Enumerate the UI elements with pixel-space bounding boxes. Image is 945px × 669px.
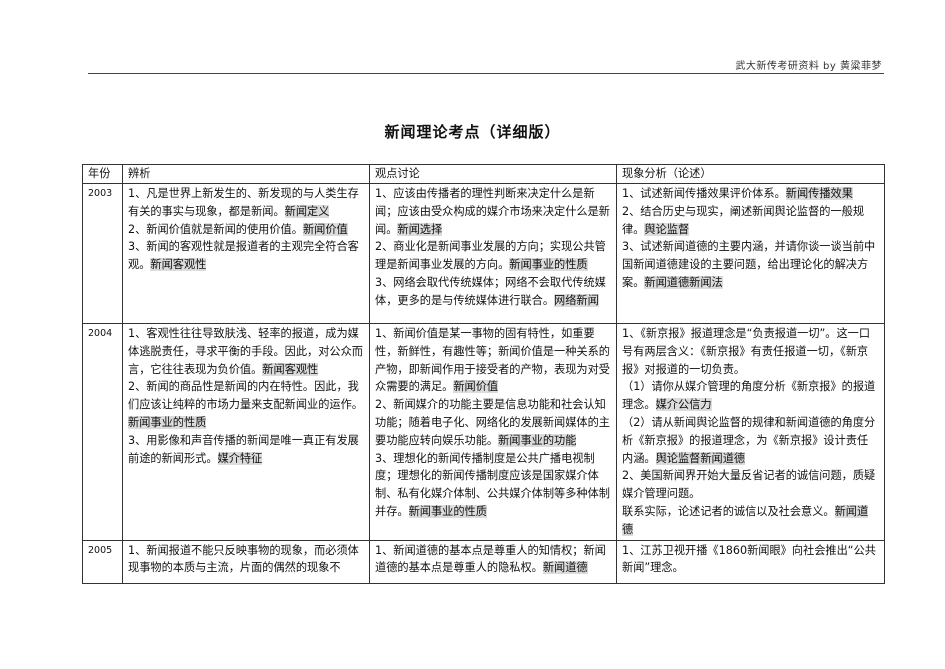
question-item: 2、新闻媒介的功能主要是信息功能和社会认知功能；随着电子化、网络化的发展新闻媒体… [375,396,611,449]
question-item: 3、理想化的新闻传播制度是公共广播电视制度；理想化的新闻传播制度应该是国家媒介体… [375,450,611,521]
question-item: 2、新闻价值就是新闻的使用价值。新闻价值 [128,221,364,239]
question-item: 1、《新京报》报道理念是“负责报道一切”。这一口号有两层含义：《新京报》有责任报… [622,325,879,378]
topic-tag: 新闻事业的性质 [128,415,207,429]
question-item: 3、新闻的客观性就是报道者的主观完全符合客观。新闻客观性 [128,238,364,274]
question-text: 2、新闻的商品性是新闻的内在特性。因此，我们应该让纯粹的市场力量来支配新闻业的运… [128,380,363,412]
topic-tag: 新闻事业的功能 [498,433,577,447]
topic-tag: 新闻选择 [397,222,443,236]
topic-tag: 舆论监督 [644,222,690,236]
question-item: 2、美国新闻界开始大量反省记者的诚信问题，质疑媒介管理问题。 [622,467,879,503]
table-header-row: 年份 辨析 观点讨论 现象分析（论述） [82,164,885,184]
exam-topics-table: 年份 辨析 观点讨论 现象分析（论述） 2003 1、凡是世界上新发生的、新发现的… [82,164,885,584]
question-item: （2）请从新闻舆论监督的规律和新闻道德的角度分析《新京报》的报道理念，为《新京报… [622,414,879,467]
phenomenon-cell: 1、江苏卫视开播《1860新闻眼》向社会推出“公共新闻”理念。 [616,539,885,584]
analysis-cell: 1、新闻报道不能只反映事物的现象，而必须体现事物的本质与主流，片面的偶然的现象不 [122,539,370,584]
question-item: 1、应该由传播者的理性判断来决定什么是新闻；应该由受众构成的媒介市场来决定什么是… [375,185,611,238]
year-cell: 2004 [82,323,123,541]
question-item: 2、商业化是新闻事业发展的方向；实现公共管理是新闻事业发展的方向。新闻事业的性质 [375,238,611,274]
table-row: 2005 1、新闻报道不能只反映事物的现象，而必须体现事物的本质与主流，片面的偶然… [82,539,885,584]
topic-tag: 媒介公信力 [655,398,712,412]
column-header-analysis: 辨析 [122,164,370,184]
column-header-phenomenon: 现象分析（论述） [616,164,885,184]
phenomenon-cell: 1、《新京报》报道理念是“负责报道一切”。这一口号有两层含义：《新京报》有责任报… [616,323,885,541]
header-source-text: 武大新传考研资料 by 黄粱菲梦 [735,61,882,72]
question-text: 2、美国新闻界开始大量反省记者的诚信问题，质疑媒介管理问题。 [622,469,876,501]
question-text: 1、江苏卫视开播《1860新闻眼》向社会推出“公共新闻”理念。 [622,543,876,575]
topic-tag: 媒介特征 [217,451,263,465]
question-item: 3、试述新闻道德的主要内涵，并请你谈一谈当前中国新闻道德建设的主要问题，给出理论… [622,238,879,291]
topic-tag: 新闻事业的性质 [509,258,588,272]
topic-tag: 新闻客观性 [150,258,207,272]
topic-tag: 新闻价值 [453,380,499,394]
question-text: 1、试述新闻传播效果评价体系。 [622,187,786,200]
topic-tag: 新闻道德 [542,561,588,575]
analysis-cell: 1、客观性往往导致肤浅、轻率的报道，成为媒体逃脱责任，寻求平衡的手段。因此，对公… [122,323,370,541]
discussion-cell: 1、应该由传播者的理性判断来决定什么是新闻；应该由受众构成的媒介市场来决定什么是… [369,183,617,324]
question-text: 联系实际，论述记者的诚信以及社会意义。 [622,504,835,518]
question-item: 2、新闻的商品性是新闻的内在特性。因此，我们应该让纯粹的市场力量来支配新闻业的运… [128,378,364,431]
question-item: 2、结合历史与现实，阐述新闻舆论监督的一般规律。舆论监督 [622,203,879,239]
column-header-year: 年份 [82,164,123,184]
phenomenon-cell: 1、试述新闻传播效果评价体系。新闻传播效果 2、结合历史与现实，阐述新闻舆论监督的… [616,183,885,324]
question-text: 1、新闻报道不能只反映事物的现象，而必须体现事物的本质与主流，片面的偶然的现象不 [128,543,359,575]
question-item: 1、新闻道德的基本点是尊重人的知情权；新闻道德的基本点是尊重人的隐私权。新闻道德 [375,542,611,578]
analysis-cell: 1、凡是世界上新发生的、新发现的与人类生存有关的事实与现象，都是新闻。新闻定义 2… [122,183,370,324]
question-item: 联系实际，论述记者的诚信以及社会意义。新闻道德 [622,503,879,539]
topic-tag: 新闻客观性 [262,362,319,376]
column-header-discussion: 观点讨论 [369,164,617,184]
topic-tag: 新闻定义 [284,204,330,218]
table-row: 2003 1、凡是世界上新发生的、新发现的与人类生存有关的事实与现象，都是新闻。新… [82,183,885,324]
question-item: 1、新闻价值是某一事物的固有特性，如重要性，新鲜性，有趣性等；新闻价值是一种关系… [375,325,611,396]
discussion-cell: 1、新闻价值是某一事物的固有特性，如重要性，新鲜性，有趣性等；新闻价值是一种关系… [369,323,617,541]
question-text: 2、新闻价值就是新闻的使用价值。 [128,222,303,236]
discussion-cell: 1、新闻道德的基本点是尊重人的知情权；新闻道德的基本点是尊重人的隐私权。新闻道德 [369,539,617,584]
question-item: 3、网络会取代传统媒体；网络不会取代传统媒体，更多的是与传统媒体进行联合。网络新… [375,274,611,310]
year-cell: 2003 [82,183,123,324]
topic-tag: 新闻价值 [302,222,348,236]
question-text: 1、《新京报》报道理念是“负责报道一切”。这一口号有两层含义：《新京报》有责任报… [622,327,871,376]
question-item: （1）请你从媒介管理的角度分析《新京报》的报道理念。媒介公信力 [622,378,879,414]
question-item: 1、江苏卫视开播《1860新闻眼》向社会推出“公共新闻”理念。 [622,542,879,578]
question-item: 1、试述新闻传播效果评价体系。新闻传播效果 [622,185,879,203]
question-text: 1、客观性往往导致肤浅、轻率的报道，成为媒体逃脱责任，寻求平衡的手段。因此，对公… [128,327,363,376]
topic-tag: 新闻事业的性质 [408,504,487,518]
table-row: 2004 1、客观性往往导致肤浅、轻率的报道，成为媒体逃脱责任，寻求平衡的手段。因… [82,323,885,541]
question-item: 1、凡是世界上新发生的、新发现的与人类生存有关的事实与现象，都是新闻。新闻定义 [128,185,364,221]
topic-tag: 新闻传播效果 [785,187,853,200]
header-divider [88,73,884,74]
question-item: 1、新闻报道不能只反映事物的现象，而必须体现事物的本质与主流，片面的偶然的现象不 [128,542,364,578]
question-item: 3、用影像和声音传播的新闻是唯一真正有发展前途的新闻形式。媒介特征 [128,432,364,468]
page-title: 新闻理论考点（详细版） [384,123,561,141]
year-cell: 2005 [82,539,123,584]
topic-tag: 舆论监督新闻道德 [655,451,746,465]
topic-tag: 网络新闻 [554,293,599,307]
question-item: 1、客观性往往导致肤浅、轻率的报道，成为媒体逃脱责任，寻求平衡的手段。因此，对公… [128,325,364,378]
topic-tag: 新闻道德新闻法 [644,275,723,289]
